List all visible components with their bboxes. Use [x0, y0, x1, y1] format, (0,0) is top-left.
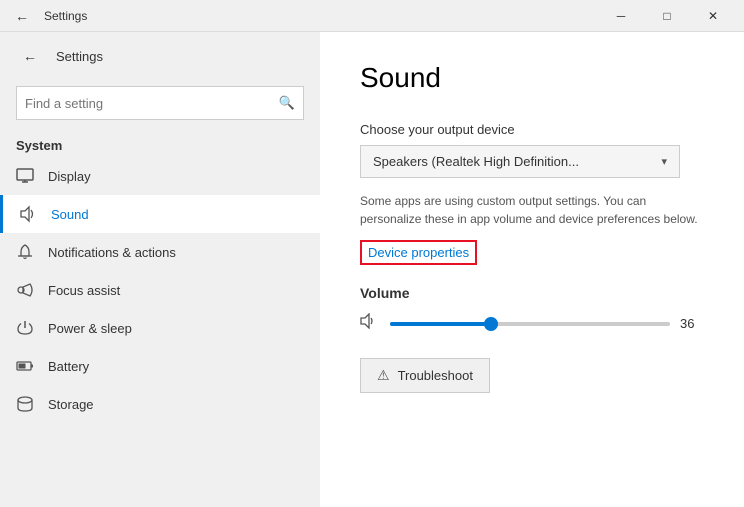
titlebar-title: Settings	[44, 9, 87, 23]
sidebar-item-power[interactable]: Power & sleep	[0, 309, 320, 347]
sidebar-item-focus-label: Focus assist	[48, 283, 120, 298]
sidebar-nav-row: ← Settings	[0, 32, 320, 80]
troubleshoot-button[interactable]: ⚠ Troubleshoot	[360, 358, 490, 393]
sidebar-item-storage-label: Storage	[48, 397, 94, 412]
chevron-down-icon: ▾	[661, 155, 667, 168]
page-title: Sound	[360, 62, 704, 94]
search-input[interactable]	[25, 96, 273, 111]
output-device-label: Choose your output device	[360, 122, 704, 137]
back-button[interactable]: ←	[8, 2, 36, 30]
output-device-dropdown[interactable]: Speakers (Realtek High Definition... ▾	[360, 145, 680, 178]
minimize-button[interactable]: ─	[598, 0, 644, 32]
sidebar-item-notifications[interactable]: Notifications & actions	[0, 233, 320, 271]
volume-thumb[interactable]	[484, 317, 498, 331]
main-layout: ← Settings 🔍 System Display	[0, 32, 744, 507]
volume-fill	[390, 322, 491, 326]
troubleshoot-label: Troubleshoot	[398, 368, 473, 383]
titlebar-controls: ─ □ ✕	[598, 0, 736, 32]
volume-track	[390, 322, 670, 326]
volume-label: Volume	[360, 285, 704, 301]
search-icon: 🔍	[279, 95, 295, 111]
display-icon	[16, 167, 34, 185]
sidebar-app-title: Settings	[56, 49, 103, 64]
sidebar-item-focus[interactable]: Focus assist	[0, 271, 320, 309]
sidebar-item-notifications-label: Notifications & actions	[48, 245, 176, 260]
sidebar-item-sound-label: Sound	[51, 207, 89, 222]
search-box[interactable]: 🔍	[16, 86, 304, 120]
volume-speaker-icon	[360, 313, 380, 334]
sidebar-item-power-label: Power & sleep	[48, 321, 132, 336]
titlebar: ← Settings ─ □ ✕	[0, 0, 744, 32]
titlebar-left: ← Settings	[8, 2, 87, 30]
sidebar-item-battery[interactable]: Battery	[0, 347, 320, 385]
sidebar-item-battery-label: Battery	[48, 359, 89, 374]
info-text: Some apps are using custom output settin…	[360, 192, 704, 228]
sidebar-back-button[interactable]: ←	[16, 42, 44, 70]
content-area: Sound Choose your output device Speakers…	[320, 32, 744, 507]
sidebar-item-display-label: Display	[48, 169, 91, 184]
battery-icon	[16, 357, 34, 375]
storage-icon	[16, 395, 34, 413]
device-properties-link[interactable]: Device properties	[360, 240, 477, 265]
system-section-label: System	[0, 130, 320, 157]
sidebar-item-storage[interactable]: Storage	[0, 385, 320, 423]
sidebar: ← Settings 🔍 System Display	[0, 32, 320, 507]
close-button[interactable]: ✕	[690, 0, 736, 32]
sidebar-item-display[interactable]: Display	[0, 157, 320, 195]
volume-value: 36	[680, 316, 704, 331]
maximize-button[interactable]: □	[644, 0, 690, 32]
sound-icon	[19, 205, 37, 223]
sidebar-item-sound[interactable]: Sound	[0, 195, 320, 233]
volume-slider[interactable]	[390, 314, 670, 334]
warning-icon: ⚠	[377, 367, 390, 384]
power-icon	[16, 319, 34, 337]
volume-row: 36	[360, 313, 704, 334]
output-device-value: Speakers (Realtek High Definition...	[373, 154, 579, 169]
focus-icon	[16, 281, 34, 299]
notifications-icon	[16, 243, 34, 261]
